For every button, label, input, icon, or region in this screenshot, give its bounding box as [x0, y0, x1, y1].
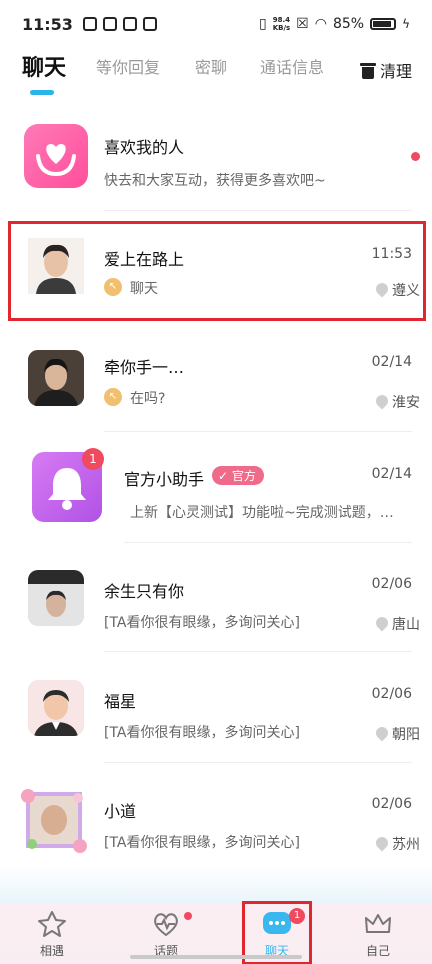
likes-icon	[24, 124, 88, 188]
status-time: 11:53	[22, 14, 73, 34]
link-icon	[122, 17, 137, 31]
contact-name: 小道	[104, 802, 137, 821]
avatar	[28, 570, 84, 626]
last-message: 在吗?	[130, 391, 166, 407]
tab-chat[interactable]: 聊天	[22, 50, 66, 82]
nav-me[interactable]: 自己	[348, 910, 408, 959]
home-indicator[interactable]	[130, 955, 302, 959]
nav-label: 相遇	[39, 944, 64, 958]
tab-indicator	[30, 90, 54, 95]
location-pin-icon	[376, 837, 388, 851]
notification-icons	[82, 17, 157, 31]
close-box-icon: ☒	[296, 16, 309, 32]
unread-badge: 1	[82, 448, 104, 470]
wifi-icon: ◠	[314, 16, 327, 32]
likes-row[interactable]: 喜欢我的人 快去和大家互动，获得更多喜欢吧~	[0, 118, 432, 213]
nav-meet[interactable]: 相遇	[22, 910, 82, 959]
status-bar: 11:53 ▯ 98.4 KB/s ☒ ◠ 85% ϟ	[0, 0, 432, 48]
tiktok-icon	[82, 17, 97, 31]
unread-dot	[411, 152, 420, 161]
conversation-row[interactable]: 福星 [TA看你很有眼缘，多询问关心] 02/06 朝阳	[0, 670, 432, 765]
message-time: 02/14	[371, 466, 412, 482]
likes-subtitle: 快去和大家互动，获得更多喜欢吧~	[104, 173, 326, 189]
mail-icon	[142, 17, 157, 31]
likes-title: 喜欢我的人	[104, 138, 185, 157]
location: 苏州	[376, 834, 420, 854]
trash-icon	[359, 61, 376, 79]
crown-icon	[363, 910, 393, 938]
clean-label: 清理	[379, 62, 412, 81]
battery-percent: 85%	[332, 16, 365, 32]
last-message: [TA看你很有眼缘，多询问关心]	[104, 615, 300, 631]
contact-name: 福星	[104, 692, 137, 711]
net-speed: 98.4 KB/s	[272, 16, 291, 32]
app-icon	[102, 17, 117, 31]
message-time: 02/06	[371, 576, 412, 592]
location-pin-icon	[376, 617, 388, 631]
top-tabs: 聊天 等你回复 密聊 通话信息 清理	[0, 48, 432, 100]
message-time: 02/06	[371, 796, 412, 812]
location: 唐山	[376, 614, 420, 634]
charging-icon: ϟ	[402, 17, 410, 31]
star-icon	[37, 910, 67, 938]
last-message: [TA看你很有眼缘，多询问关心]	[104, 725, 300, 741]
avatar	[18, 784, 90, 856]
battery-icon	[370, 18, 397, 30]
tab-waiting-reply[interactable]: 等你回复	[96, 54, 160, 78]
conversation-row[interactable]: 余生只有你 [TA看你很有眼缘，多询问关心] 02/06 唐山	[0, 560, 432, 655]
clean-button[interactable]: 清理	[359, 58, 412, 82]
official-badge: ✓ 官方	[212, 466, 264, 485]
location-pin-icon	[376, 727, 388, 741]
status-right: ▯ 98.4 KB/s ☒ ◠ 85% ϟ	[259, 16, 410, 32]
message-time: 02/06	[371, 686, 412, 702]
list-fade	[0, 866, 432, 906]
avatar	[28, 350, 84, 406]
vibrate-icon: ▯	[258, 16, 267, 32]
tab-secret-chat[interactable]: 密聊	[195, 54, 227, 78]
tab-call-info[interactable]: 通话信息	[260, 54, 324, 78]
conversation-row[interactable]: 牵你手一… ↖ 在吗? 02/14 淮安	[0, 338, 432, 433]
message-time: 02/14	[371, 354, 412, 370]
location: 朝阳	[376, 724, 420, 744]
divider	[104, 651, 412, 652]
location: 淮安	[376, 392, 420, 412]
chat-arrow-icon: ↖	[104, 388, 122, 406]
nav-label: 自己	[365, 944, 390, 958]
contact-name: 余生只有你	[104, 582, 185, 601]
conversation-row-official[interactable]: 1 官方小助手 ✓ 官方 上新【心灵测试】功能啦~完成测试题，就… 02/14	[0, 440, 432, 540]
contact-name: 牵你手一…	[104, 358, 185, 377]
last-message: [TA看你很有眼缘，多询问关心]	[104, 835, 300, 851]
avatar	[28, 680, 84, 736]
location-pin-icon	[376, 395, 388, 409]
contact-name: 官方小助手	[124, 470, 205, 489]
last-message: 上新【心灵测试】功能啦~完成测试题，就…	[130, 505, 402, 521]
heart-pulse-icon	[151, 910, 181, 938]
selection-highlight	[8, 221, 426, 321]
nav-topics[interactable]: 话题	[136, 910, 196, 959]
divider	[104, 762, 412, 763]
divider	[124, 542, 412, 543]
nav-unread-dot	[184, 912, 192, 920]
divider	[104, 210, 412, 211]
divider	[104, 431, 412, 432]
conversation-row[interactable]: 小道 [TA看你很有眼缘，多询问关心] 02/06 苏州	[0, 780, 432, 875]
